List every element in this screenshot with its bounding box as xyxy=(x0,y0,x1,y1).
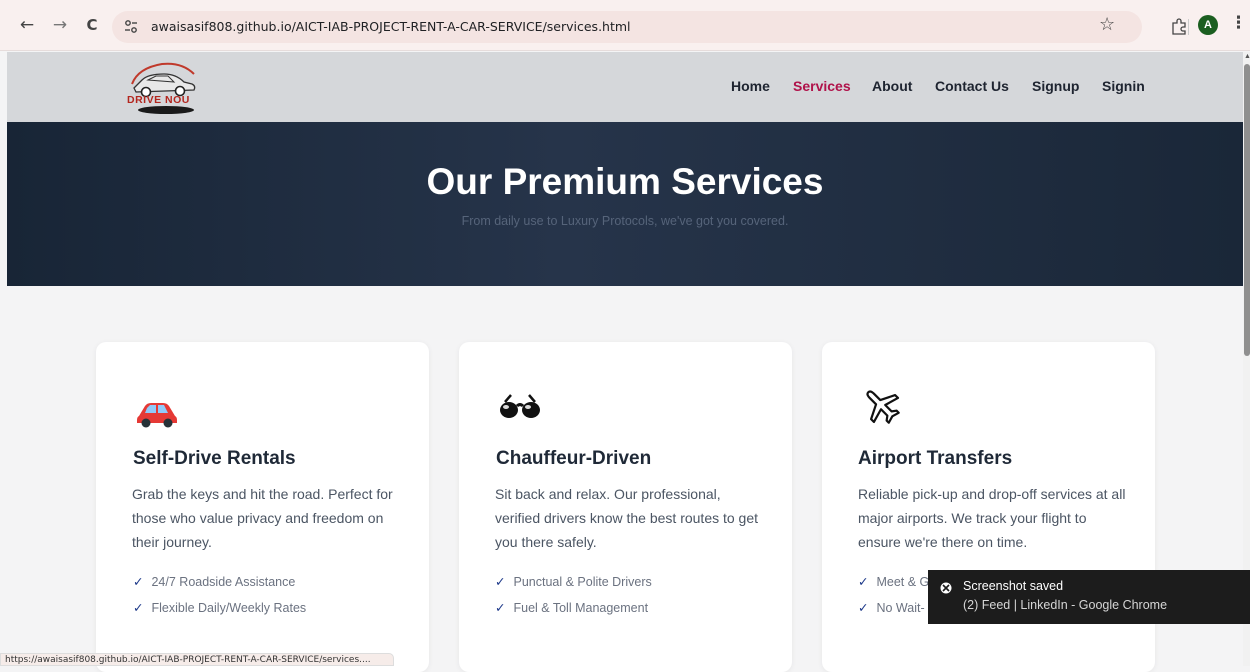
back-icon[interactable]: ← xyxy=(17,14,37,36)
hero-banner xyxy=(7,122,1243,286)
airplane-icon xyxy=(866,390,900,424)
check-icon: ✓ xyxy=(858,601,869,615)
profile-avatar[interactable]: A xyxy=(1198,15,1218,35)
card-title: Self-Drive Rentals xyxy=(133,448,296,469)
reload-icon[interactable]: C xyxy=(82,14,102,36)
feature-item: ✓ Fuel & Toll Management xyxy=(495,600,648,615)
scrollbar-thumb[interactable] xyxy=(1244,64,1250,356)
feature-item: ✓ Meet & G xyxy=(858,574,929,589)
bookmark-star-icon[interactable]: ☆ xyxy=(1099,14,1115,35)
xbox-icon xyxy=(940,582,952,594)
car-logo-icon[interactable] xyxy=(118,54,206,118)
feature-item: ✓ Punctual & Polite Drivers xyxy=(495,574,652,589)
chrome-menu-icon[interactable]: ⋮ xyxy=(1230,13,1247,33)
feature-item: ✓ No Wait- xyxy=(858,600,925,615)
nav-services[interactable]: Services xyxy=(793,78,851,94)
nav-signin[interactable]: Signin xyxy=(1102,78,1145,94)
link-status-bar: https://awaisasif808.github.io/AICT-IAB-… xyxy=(0,653,394,666)
toolbar-divider xyxy=(1188,19,1189,35)
check-icon: ✓ xyxy=(495,575,506,589)
url-text[interactable]: awaisasif808.github.io/AICT-IAB-PROJECT-… xyxy=(151,19,631,34)
toast-title: Screenshot saved xyxy=(963,579,1064,593)
sunglasses-icon xyxy=(500,394,540,418)
check-icon: ✓ xyxy=(133,575,144,589)
screenshot-toast[interactable]: Screenshot saved (2) Feed | LinkedIn - G… xyxy=(928,570,1250,624)
card-description: Reliable pick-up and drop-off services a… xyxy=(858,486,1126,550)
feature-item: ✓ 24/7 Roadside Assistance xyxy=(133,574,295,589)
card-title: Chauffeur-Driven xyxy=(496,448,652,469)
logo-text: DRIVE NOU xyxy=(127,94,190,106)
feature-label: Meet & G xyxy=(876,575,930,589)
nav-about[interactable]: About xyxy=(872,78,912,94)
toast-subtitle: (2) Feed | LinkedIn - Google Chrome xyxy=(963,598,1168,612)
feature-label: No Wait- xyxy=(876,601,925,615)
check-icon: ✓ xyxy=(858,575,869,589)
site-settings-icon[interactable] xyxy=(122,18,140,36)
card-description: Sit back and relax. Our professional, ve… xyxy=(495,486,759,550)
forward-icon[interactable]: → xyxy=(50,14,70,36)
nav-contact-us[interactable]: Contact Us xyxy=(935,78,1009,94)
feature-item: ✓ Flexible Daily/Weekly Rates xyxy=(133,600,306,615)
card-description: Grab the keys and hit the road. Perfect … xyxy=(132,486,393,550)
feature-label: Punctual & Polite Drivers xyxy=(513,575,652,589)
page-title: Our Premium Services xyxy=(426,161,824,202)
check-icon: ✓ xyxy=(495,601,506,615)
extensions-icon[interactable] xyxy=(1170,17,1188,35)
feature-label: Fuel & Toll Management xyxy=(513,601,649,615)
nav-home[interactable]: Home xyxy=(731,78,770,94)
feature-label: Flexible Daily/Weekly Rates xyxy=(151,601,307,615)
nav-signup[interactable]: Signup xyxy=(1032,78,1079,94)
hero-subtitle: From daily use to Luxury Protocols, we'v… xyxy=(461,214,789,228)
card-title: Airport Transfers xyxy=(858,448,1013,469)
scroll-up-arrow-icon[interactable]: ▲ xyxy=(1244,53,1250,60)
car-icon xyxy=(137,403,177,428)
feature-label: 24/7 Roadside Assistance xyxy=(151,575,296,589)
check-icon: ✓ xyxy=(133,601,144,615)
